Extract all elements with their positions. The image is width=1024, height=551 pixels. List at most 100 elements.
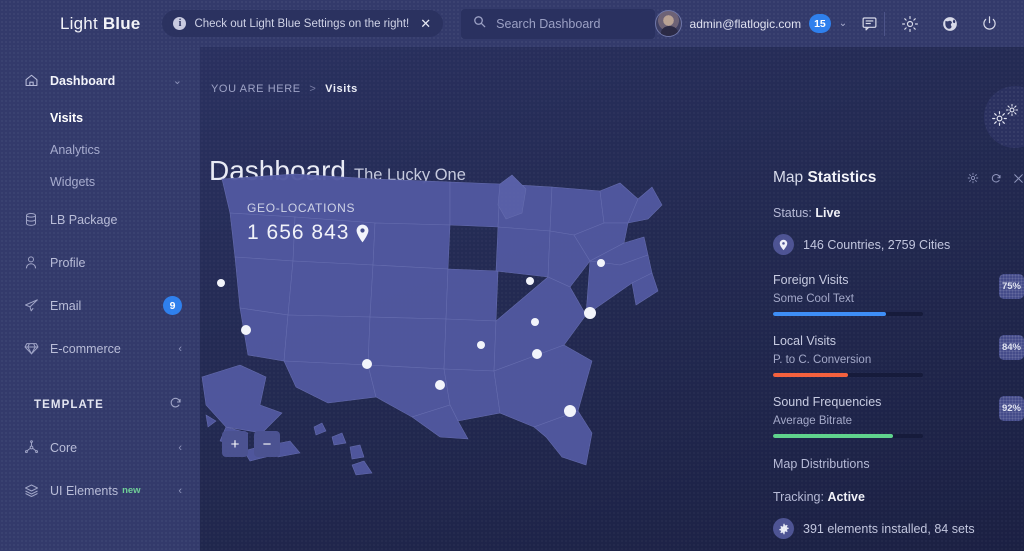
map-marker [526, 277, 534, 285]
sidebar-item-lb-package[interactable]: LB Package [0, 198, 200, 241]
progress-item: Local Visits P. to C. Conversion 84% [773, 334, 1024, 377]
breadcrumb: YOU ARE HERE > Visits [211, 83, 358, 95]
gear-icon[interactable] [967, 172, 979, 184]
map-marker [532, 349, 542, 359]
logo-text-bold: Blue [103, 14, 141, 33]
sidebar-label-dashboard: Dashboard [50, 74, 173, 88]
home-icon [24, 73, 50, 88]
sidebar-item-visits[interactable]: Visits [0, 102, 200, 134]
progress-name: Foreign Visits [773, 273, 999, 287]
sidebar-item-email[interactable]: Email 9 [0, 284, 200, 327]
sidebar-label-email: Email [50, 299, 163, 313]
map-statistics-panel: Map Statistics [773, 165, 1024, 551]
sidebar-item-widgets[interactable]: Widgets [0, 166, 200, 198]
chevron-left-icon: ‹ [178, 442, 182, 454]
coverage-text: 146 Countries, 2759 Cities [803, 238, 950, 252]
sidebar-label-profile: Profile [50, 256, 182, 270]
progress-texts: Foreign Visits Some Cool Text [773, 273, 999, 305]
tracking-value: Active [827, 490, 865, 504]
gear-circle-icon [773, 518, 794, 539]
layers-icon [24, 483, 50, 498]
progress-item: Sound Frequencies Average Bitrate 92% [773, 395, 1024, 438]
sidebar-label-ui-elements: UI Elementsnew [50, 484, 178, 498]
sidebar-item-ui-elements[interactable]: UI Elementsnew ‹ [0, 469, 200, 512]
progress-fill [773, 312, 886, 316]
header-icon-group [901, 15, 998, 33]
sidebar-item-analytics[interactable]: Analytics [0, 134, 200, 166]
breadcrumb-current[interactable]: Visits [325, 83, 358, 95]
progress-header: Local Visits P. to C. Conversion 84% [773, 334, 1024, 366]
alert-close-icon[interactable]: ✕ [417, 17, 434, 30]
power-icon[interactable] [981, 15, 998, 32]
sidebar-item-profile[interactable]: Profile [0, 241, 200, 284]
sidebar-label-core: Core [50, 441, 178, 455]
map-marker [362, 359, 372, 369]
breadcrumb-prefix: YOU ARE HERE [211, 83, 301, 95]
map-distributions-label: Map Distributions [773, 457, 1024, 471]
progress-track [773, 312, 923, 316]
map-marker [531, 318, 539, 326]
close-icon[interactable] [1013, 173, 1024, 184]
sidebar: Dashboard ⌄ Visits Analytics Widgets LB … [0, 47, 200, 551]
section-title-template: TEMPLATE [34, 399, 169, 411]
status-value: Live [815, 206, 840, 220]
sidebar-item-ecommerce[interactable]: E-commerce ‹ [0, 327, 200, 370]
sidebar-label-widgets: Widgets [50, 175, 95, 189]
progress-header: Foreign Visits Some Cool Text 75% [773, 273, 1024, 305]
progress-subtext: Some Cool Text [773, 293, 999, 305]
progress-percent-badge: 92% [999, 396, 1024, 421]
map-zoom-in-button[interactable]: + [222, 431, 248, 457]
diamond-icon [24, 341, 50, 356]
progress-item: Foreign Visits Some Cool Text 75% [773, 273, 1024, 316]
search-input[interactable] [496, 17, 642, 31]
map-marker [584, 307, 596, 319]
progress-fill [773, 434, 893, 438]
map-marker [477, 341, 485, 349]
status-line: Status: Live [773, 206, 1024, 220]
map-marker [435, 380, 445, 390]
sidebar-label-ecommerce: E-commerce [50, 342, 178, 356]
geo-locations-label: GEO-LOCATIONS [247, 201, 355, 215]
coverage-row: 146 Countries, 2759 Cities [773, 234, 1024, 255]
tracking-row: Tracking: Active [773, 490, 1024, 504]
logo-text-light: Light [60, 14, 98, 33]
progress-name: Local Visits [773, 334, 999, 348]
progress-name: Sound Frequencies [773, 395, 999, 409]
map-marker [564, 405, 576, 417]
top-header: Light Blue i Check out Light Blue Settin… [0, 0, 1024, 47]
breadcrumb-separator: > [309, 83, 316, 95]
sidebar-label-lb-package: LB Package [50, 213, 182, 227]
settings-icon[interactable] [901, 15, 919, 33]
database-icon [24, 212, 50, 227]
user-icon [24, 255, 50, 270]
geo-locations-value-row: 1 656 843 [247, 221, 370, 245]
sidebar-label-analytics: Analytics [50, 143, 100, 157]
status-label: Status: [773, 206, 812, 220]
progress-percent-badge: 84% [999, 335, 1024, 360]
account-menu[interactable]: admin@flatlogic.com 15 ⌄ [655, 10, 848, 37]
chevron-left-icon: ‹ [178, 343, 182, 355]
info-icon: i [173, 17, 186, 30]
chevron-down-icon: ⌄ [173, 74, 182, 87]
refresh-icon[interactable] [990, 172, 1002, 184]
app-logo[interactable]: Light Blue [60, 14, 140, 34]
sidebar-item-dashboard[interactable]: Dashboard ⌄ [0, 59, 200, 102]
refresh-icon[interactable] [169, 396, 182, 414]
map-pin-icon [355, 224, 370, 243]
geo-locations-value: 1 656 843 [247, 221, 349, 245]
messages-icon[interactable] [861, 15, 878, 32]
map-zoom-out-button[interactable]: − [254, 431, 280, 457]
account-email: admin@flatlogic.com [690, 17, 802, 31]
send-icon [24, 298, 50, 313]
main-content: YOU ARE HERE > Visits DashboardThe Lucky… [200, 47, 1024, 551]
globe-icon[interactable] [941, 15, 959, 33]
new-badge: new [122, 485, 140, 496]
search-icon [473, 15, 486, 33]
progress-texts: Local Visits P. to C. Conversion [773, 334, 999, 366]
sidebar-item-core[interactable]: Core ‹ [0, 426, 200, 469]
progress-subtext: Average Bitrate [773, 415, 999, 427]
panel-title-bold: Statistics [807, 169, 876, 186]
chevron-down-icon: ⌄ [839, 18, 847, 29]
dashboard-search[interactable] [461, 9, 654, 39]
us-map[interactable]: GEO-LOCATIONS 1 656 843 + − [200, 165, 770, 485]
